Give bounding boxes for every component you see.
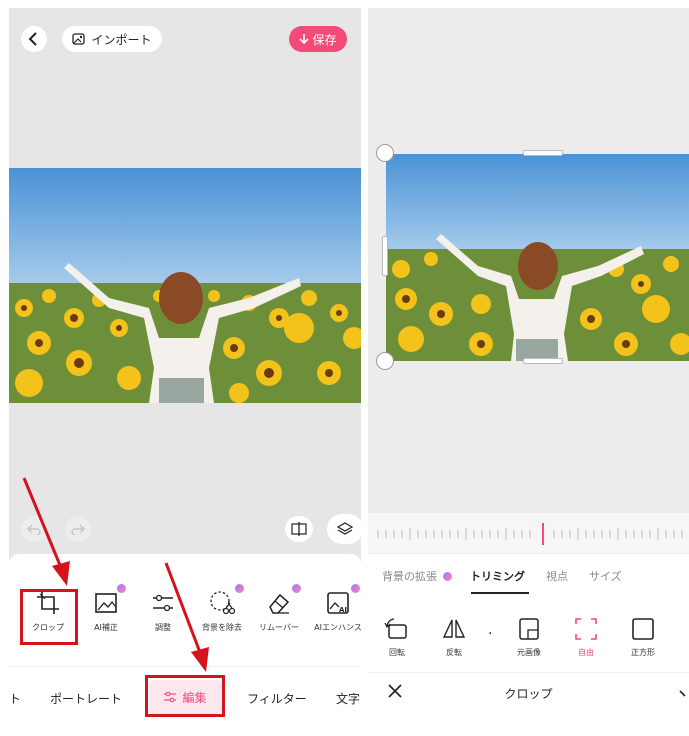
tool-original-label: 元画像 [517,648,541,657]
sliders-icon [153,594,173,612]
save-button[interactable]: 保存 [289,26,347,52]
flip-icon [442,619,466,638]
eraser-icon [269,593,290,614]
left-screen: インポート 保存 クロップ AI補正 調整 背景を除去 リムーバー AI AIエ… [9,8,361,728]
ai-enhance-icon: AI [327,592,349,614]
ruler-ticks [377,523,683,545]
nav-tab-partial[interactable]: ト [9,690,21,707]
undo-icon [27,524,41,535]
crop-handle-bottom[interactable] [523,358,563,364]
tool-ai-correction-label: AI補正 [94,623,118,632]
scissors-icon [210,591,235,615]
tool-rotate-label: 回転 [389,648,405,657]
tool-adjust-label: 調整 [155,623,171,632]
tool-dot: . [488,622,493,638]
download-arrow-icon [299,34,310,45]
crop-photo[interactable] [386,154,689,361]
sunflower-photo-cropped [386,154,689,361]
right-screen: 背景の拡張 トリミング 視点 サイズ 回転 反転 . 元画像 自由 正方形 クロ… [368,8,689,728]
tool-original[interactable]: 元画像 [504,616,554,658]
crop-handle-top[interactable] [523,150,563,156]
tab-size-label: サイズ [589,570,622,583]
layers-button[interactable] [327,514,361,544]
premium-gem-icon [442,572,452,581]
svg-text:AI: AI [339,606,347,614]
import-button[interactable]: インポート [62,26,162,52]
tool-remove-background-label: 背景を除去 [202,623,242,632]
premium-gem-icon [292,584,301,593]
tool-square-label: 正方形 [631,648,655,657]
back-button[interactable] [21,26,47,52]
tool-remover[interactable]: リムーバー [246,584,312,633]
redo-button[interactable] [65,516,91,542]
crop-sheet: 背景の拡張 トリミング 視点 サイズ 回転 反転 . 元画像 自由 正方形 クロ… [368,554,689,728]
layers-icon [337,522,353,535]
tab-trimming[interactable]: トリミング [470,568,525,584]
tool-adjust[interactable]: 調整 [130,590,196,633]
tool-flip[interactable]: 反転 [429,616,479,658]
tool-rotate[interactable]: 回転 [372,616,422,658]
tool-flip-label: 反転 [446,648,462,657]
rotation-ruler[interactable] [368,513,689,553]
crop-sheet-divider [368,672,689,673]
chevron-left-icon [28,32,37,46]
tab-perspective[interactable]: 視点 [546,568,568,584]
tab-trimming-underline [471,592,529,594]
crop-title: クロップ [504,687,553,701]
tool-remover-label: リムーバー [259,623,299,632]
nav-tab-text[interactable]: 文字 [336,690,360,707]
tab-trimming-label: トリミング [470,570,525,583]
compare-icon [291,522,307,536]
confirm-button[interactable] [678,682,689,702]
tool-ai-enhance-label: AIエンハンス [314,623,361,632]
redo-icon [71,524,85,535]
rotate-icon [384,618,407,639]
square-icon [632,618,654,640]
tool-ai-enhance[interactable]: AI AIエンハンス [305,584,361,633]
crop-handle-left[interactable] [382,236,388,276]
import-label: インポート [91,32,152,47]
nav-tab-partial-label: ト [9,692,22,706]
nav-tab-filter-label: フィルター [247,692,307,706]
crop-handle-top-left[interactable] [376,144,394,162]
premium-gem-icon [117,584,126,593]
annotation-box-edit [145,675,225,717]
tab-perspective-label: 視点 [546,570,568,583]
nav-tab-portrait[interactable]: ポートレート [50,690,122,707]
crop-handle-bottom-left[interactable] [376,352,394,370]
photo-canvas[interactable] [9,168,361,403]
compare-button[interactable] [285,516,313,542]
tab-background-extend[interactable]: 背景の拡張 [382,568,452,584]
premium-gem-icon [235,584,244,593]
tool-free-label: 自由 [578,648,594,657]
nav-tab-text-label: 文字 [336,692,361,706]
save-label: 保存 [312,32,337,47]
tool-square[interactable]: 正方形 [618,616,668,658]
nav-tab-filter[interactable]: フィルター [247,690,307,707]
premium-gem-icon [351,584,360,593]
free-crop-icon [575,618,597,640]
tool-free[interactable]: 自由 [561,616,611,658]
checkmark-icon [679,690,686,697]
original-ratio-icon [519,618,539,640]
undo-button[interactable] [21,516,47,542]
nav-tab-portrait-label: ポートレート [50,692,123,706]
image-enhance-icon [95,593,117,613]
image-import-icon [72,33,86,45]
tab-size[interactable]: サイズ [589,568,622,584]
sheet-divider [9,666,361,667]
sunflower-photo [9,168,361,403]
tab-background-extend-label: 背景の拡張 [382,570,437,583]
annotation-box-crop [20,589,78,645]
